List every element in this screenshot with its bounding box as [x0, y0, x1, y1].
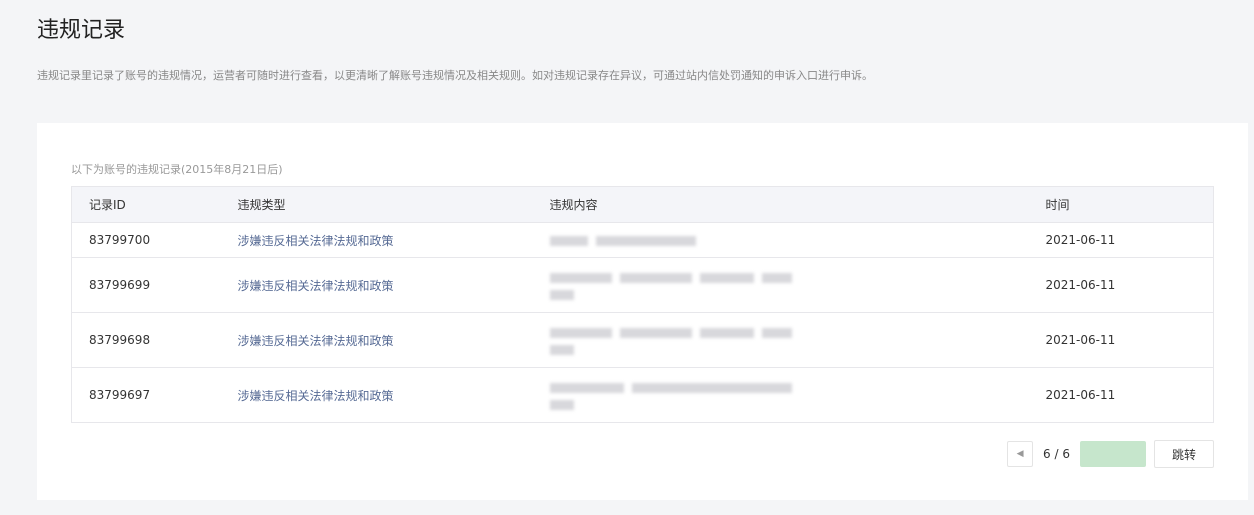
- page-title: 违规记录: [37, 18, 126, 43]
- violation-content-redacted: [549, 257, 1046, 313]
- violation-content-redacted: [549, 222, 1046, 258]
- table-header: 记录ID 违规类型 违规内容 时间: [71, 186, 1214, 223]
- record-time: 2021-06-11: [1045, 367, 1214, 423]
- record-id: 83799698: [71, 312, 238, 368]
- record-id: 83799700: [71, 222, 238, 258]
- header-time: 时间: [1045, 186, 1214, 223]
- jump-page-input[interactable]: [1080, 441, 1146, 467]
- violation-content-redacted: [549, 312, 1046, 368]
- record-id: 83799699: [71, 257, 238, 313]
- table-row: 83799700 涉嫌违反相关法律法规和政策 2021-06-11: [71, 222, 1214, 258]
- violation-records-card: 以下为账号的违规记录(2015年8月21日后) 记录ID 违规类型 违规内容 时…: [37, 123, 1248, 500]
- table-row: 83799697 涉嫌违反相关法律法规和政策 2021-06-11: [71, 367, 1214, 423]
- records-subtitle: 以下为账号的违规记录(2015年8月21日后): [71, 163, 283, 176]
- record-time: 2021-06-11: [1045, 312, 1214, 368]
- header-type: 违规类型: [237, 186, 550, 223]
- header-content: 违规内容: [549, 186, 1046, 223]
- violation-type-link[interactable]: 涉嫌违反相关法律法规和政策: [238, 234, 394, 248]
- prev-page-button[interactable]: ◀: [1007, 441, 1034, 467]
- violation-type-link[interactable]: 涉嫌违反相关法律法规和政策: [238, 334, 394, 348]
- table-row: 83799698 涉嫌违反相关法律法规和政策 2021-06-11: [71, 312, 1214, 368]
- record-time: 2021-06-11: [1045, 257, 1214, 313]
- violation-content-redacted: [549, 367, 1046, 423]
- jump-button[interactable]: 跳转: [1154, 440, 1214, 468]
- header-id: 记录ID: [71, 186, 238, 223]
- table-row: 83799699 涉嫌违反相关法律法规和政策 2021-06-11: [71, 257, 1214, 313]
- page-description: 违规记录里记录了账号的违规情况，运营者可随时进行查看，以更清晰了解账号违规情况及…: [37, 69, 873, 82]
- triangle-left-icon: ◀: [1016, 449, 1024, 459]
- page-indicator: 6 / 6: [1043, 447, 1070, 461]
- violation-type-link[interactable]: 涉嫌违反相关法律法规和政策: [238, 389, 394, 403]
- record-id: 83799697: [71, 367, 238, 423]
- pagination: ◀ 6 / 6 跳转: [1007, 440, 1214, 468]
- record-time: 2021-06-11: [1045, 222, 1214, 258]
- violation-type-link[interactable]: 涉嫌违反相关法律法规和政策: [238, 279, 394, 293]
- violation-table: 记录ID 违规类型 违规内容 时间 83799700 涉嫌违反相关法律法规和政策…: [71, 186, 1214, 423]
